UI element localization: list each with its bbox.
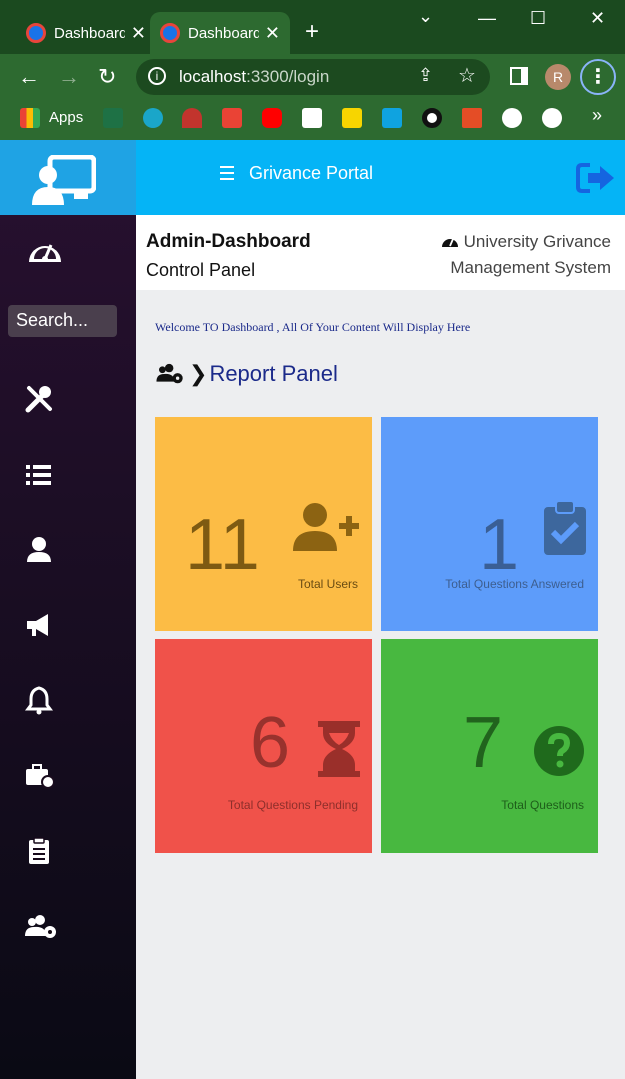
megaphone-icon[interactable]: [24, 610, 54, 640]
address-bar[interactable]: i localhost:3300/login ⇪ ☆: [136, 59, 490, 95]
page-subtitle: Control Panel: [146, 260, 256, 280]
code-icon[interactable]: [462, 108, 482, 128]
stat-card-total-users[interactable]: 11 Total Users: [155, 417, 372, 631]
bookmark-p-icon[interactable]: [143, 108, 163, 128]
youtube-icon[interactable]: [262, 108, 282, 128]
github-icon[interactable]: [502, 108, 522, 128]
system-name-line2: Management System: [450, 258, 611, 277]
url-text[interactable]: localhost:3300/login: [179, 67, 329, 87]
bookmark-apps[interactable]: Apps: [49, 109, 83, 126]
reload-icon[interactable]: ↻: [98, 64, 116, 90]
share-icon[interactable]: ⇪: [418, 65, 433, 86]
browser-menu-icon[interactable]: ⋮: [580, 59, 616, 95]
url-path: :3300/login: [246, 67, 330, 86]
users-gear-icon[interactable]: [24, 912, 58, 942]
tools-icon[interactable]: [24, 384, 54, 414]
system-name-line1: University Grivance: [463, 232, 611, 251]
logout-icon[interactable]: [576, 162, 618, 194]
chevron-right-icon: ❯: [189, 361, 208, 386]
sidebar-search-input[interactable]: Search...: [8, 305, 117, 337]
maximize-button[interactable]: ☐: [530, 8, 546, 29]
side-panel-icon[interactable]: [510, 67, 528, 85]
browser-tab-1[interactable]: Dashboard ✕: [16, 12, 156, 54]
apps-grid-icon[interactable]: [20, 108, 40, 128]
tab-title: Dashboard: [188, 24, 259, 42]
tachometer-icon: [441, 238, 458, 247]
stat-card-total-questions[interactable]: 7 Total Questions: [381, 639, 598, 853]
welcome-message: Welcome TO Dashboard , All Of Your Conte…: [155, 320, 471, 334]
bell-icon[interactable]: [24, 685, 54, 715]
monitor-user-icon: [32, 155, 96, 205]
users-gear-icon: [156, 363, 183, 384]
browser-toolbar: ← → ↻ i localhost:3300/login ⇪ ☆ R ⋮: [0, 54, 625, 100]
user-icon[interactable]: [24, 535, 54, 565]
gmail-icon[interactable]: [222, 108, 242, 128]
new-tab-button[interactable]: +: [305, 18, 319, 46]
triangle-logo-icon[interactable]: [542, 108, 562, 128]
sidebar: Search...: [0, 140, 136, 1079]
url-host: localhost: [179, 67, 247, 86]
stat-value: 7: [463, 703, 504, 783]
user-plus-icon: [293, 503, 359, 551]
content-header: Admin-Dashboard Control Panel University…: [136, 215, 625, 290]
tab-close-icon[interactable]: ✕: [265, 23, 280, 44]
speedometer-icon[interactable]: [182, 108, 202, 128]
section-title: Report Panel: [209, 361, 338, 386]
stat-card-questions-answered[interactable]: 1 Total Questions Answered: [381, 417, 598, 631]
arrow-tool-icon[interactable]: [382, 108, 402, 128]
top-bar: Grivance Portal: [136, 140, 625, 215]
bookmarks-more[interactable]: »: [592, 105, 602, 126]
system-name: University Grivance Management System: [441, 229, 611, 281]
stat-value: 6: [250, 703, 291, 783]
hourglass-icon: [318, 721, 360, 777]
stat-label: Total Questions Answered: [445, 577, 584, 591]
amazon-icon[interactable]: [302, 108, 322, 128]
dashboard-gauge-icon[interactable]: [26, 234, 64, 266]
flipkart-icon[interactable]: [342, 108, 362, 128]
hamburger-menu-icon[interactable]: [220, 166, 234, 184]
tab-search-icon[interactable]: ⌄: [418, 6, 433, 27]
profile-avatar[interactable]: R: [545, 64, 571, 90]
sidebar-header[interactable]: [0, 140, 136, 215]
stat-value: 1: [479, 505, 520, 585]
site-info-icon[interactable]: i: [148, 67, 166, 85]
briefcase-clock-icon[interactable]: [24, 760, 54, 790]
browser-chrome: Dashboard ✕ Dashboard ✕ + ⌄ — ☐ ✕ ← → ↻ …: [0, 0, 625, 140]
clipboard-list-icon[interactable]: [24, 836, 54, 866]
bookmark-star-icon[interactable]: ☆: [458, 63, 476, 88]
stat-value: 11: [185, 505, 260, 585]
swirl-icon[interactable]: [422, 108, 442, 128]
report-panel-heading: ❯ Report Panel: [155, 361, 338, 387]
question-circle-icon: [534, 726, 584, 776]
stat-card-questions-pending[interactable]: 6 Total Questions Pending: [155, 639, 372, 853]
page-title: Admin-Dashboard: [146, 231, 311, 252]
clipboard-check-icon: [544, 501, 586, 555]
tab-close-icon[interactable]: ✕: [131, 23, 146, 44]
excel-icon[interactable]: [103, 108, 123, 128]
stat-label: Total Users: [297, 577, 358, 591]
forward-arrow-icon[interactable]: →: [58, 64, 80, 90]
portal-title: Grivance Portal: [249, 163, 374, 183]
browser-tab-2[interactable]: Dashboard ✕: [150, 12, 290, 54]
list-icon[interactable]: [24, 460, 54, 490]
bookmarks-bar: Apps »: [0, 100, 625, 140]
stat-label: Total Questions Pending: [227, 798, 358, 812]
back-arrow-icon[interactable]: ←: [18, 64, 40, 90]
tab-title: Dashboard: [54, 24, 125, 42]
tab-strip: Dashboard ✕ Dashboard ✕ + ⌄ — ☐ ✕: [0, 0, 625, 54]
favicon-icon: [160, 23, 180, 43]
stat-label: Total Questions: [501, 798, 584, 812]
minimize-button[interactable]: —: [478, 8, 496, 29]
close-window-button[interactable]: ✕: [590, 8, 605, 29]
favicon-icon: [26, 23, 46, 43]
